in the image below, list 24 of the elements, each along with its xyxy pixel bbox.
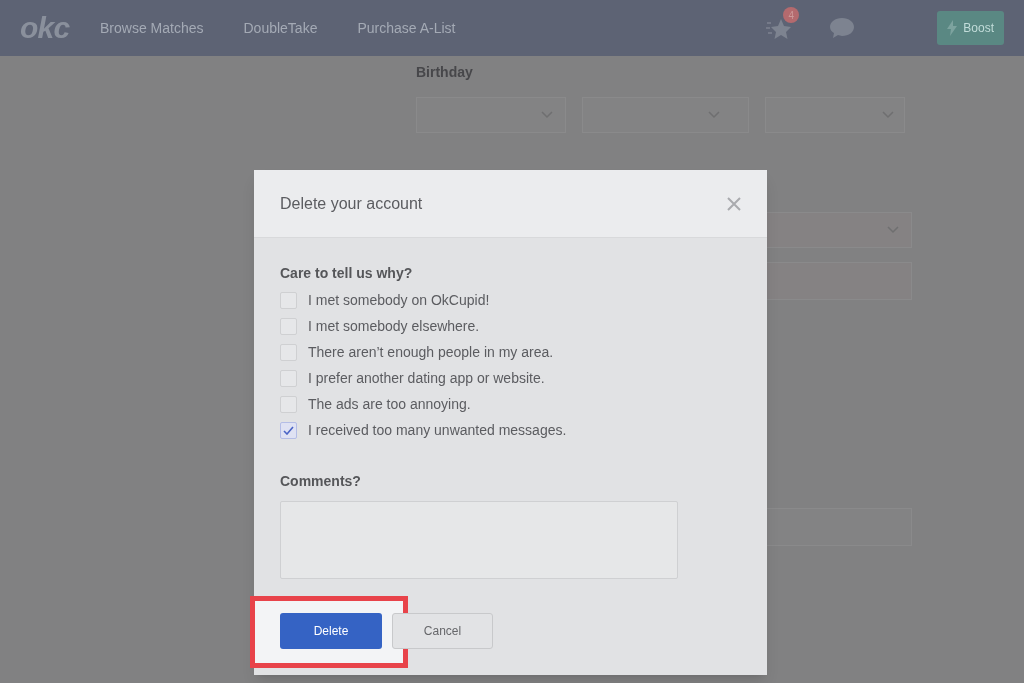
- dialog-title: Delete your account: [280, 193, 423, 214]
- checkbox-label: The ads are too annoying.: [308, 395, 471, 414]
- checkbox-label: I prefer another dating app or website.: [308, 369, 545, 388]
- section-label: Comments?: [280, 472, 362, 491]
- checkbox-label: I met somebody elsewhere.: [308, 317, 480, 336]
- checkbox-label: I met somebody on OkCupid!: [308, 291, 490, 310]
- lightning-icon: [947, 20, 958, 36]
- nav-link[interactable]: Browse Matches: [100, 17, 204, 39]
- dropdown[interactable]: [582, 97, 749, 133]
- nav-link[interactable]: Purchase A-List: [357, 17, 456, 39]
- checkbox-label: I received too many unwanted messages.: [308, 421, 567, 440]
- close-icon[interactable]: [727, 196, 741, 211]
- field-label: Birthday: [416, 63, 474, 82]
- checkbox-label: There aren’t enough people in my area.: [308, 343, 554, 362]
- cancel-button[interactable]: Cancel: [392, 613, 493, 649]
- check-icon: [283, 426, 294, 435]
- dropdown[interactable]: [765, 97, 905, 133]
- checkbox[interactable]: [280, 422, 297, 439]
- nav-link[interactable]: DoubleTake: [243, 17, 318, 39]
- section-label: Care to tell us why?: [280, 264, 414, 283]
- dropdown[interactable]: [416, 97, 566, 133]
- delete-button[interactable]: Delete: [280, 613, 382, 649]
- chat-bubble-icon[interactable]: [829, 16, 856, 40]
- boost-button[interactable]: Boost: [937, 11, 1004, 45]
